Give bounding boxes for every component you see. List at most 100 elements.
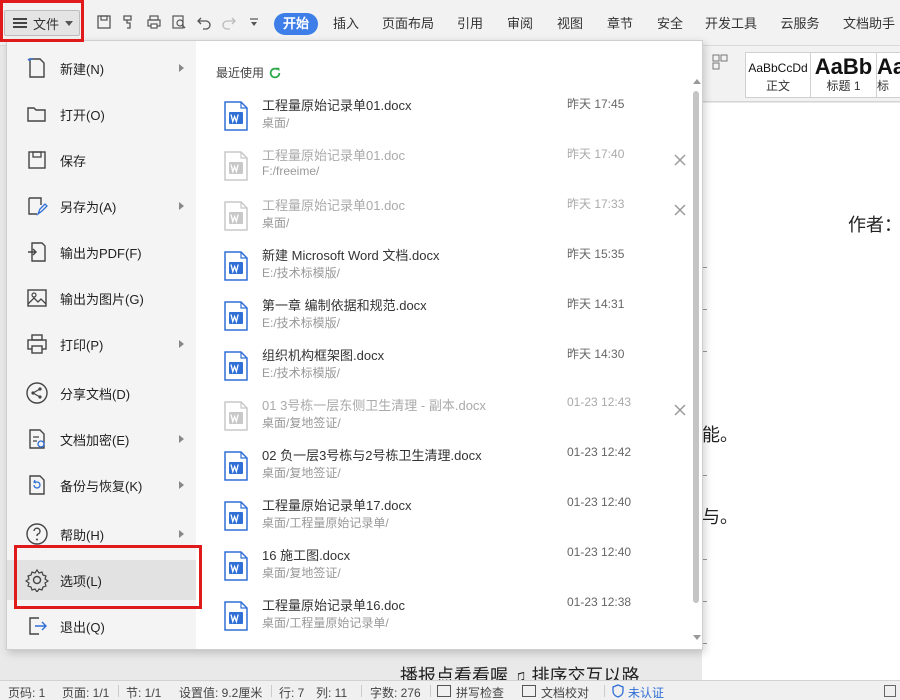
print-preview-icon[interactable] — [171, 14, 187, 30]
status-bar: 页码: 1 页面: 1/1 节: 1/1 设置值: 9.2厘米 行: 7 列: … — [0, 680, 900, 700]
recent-file-name: 01 3号栋一层东侧卫生清理 - 副本.docx — [262, 398, 486, 413]
tab-references[interactable]: 引用 — [450, 13, 490, 35]
scroll-down-arrow[interactable] — [693, 635, 701, 640]
tab-home[interactable]: 开始 — [274, 13, 318, 35]
chevron-down-icon — [65, 20, 74, 26]
word-doc-icon — [223, 151, 249, 181]
save-icon[interactable] — [96, 14, 112, 30]
status-page-count[interactable]: 页面: 1/1 — [62, 684, 109, 700]
ribbon-styles-area: AaBbCcDd 正文 AaBb 标题 1 Aa 标 — [702, 46, 900, 102]
recent-file-name: 新建 Microsoft Word 文档.docx — [262, 248, 440, 263]
recent-file-path: F:/freeime/ — [262, 164, 320, 178]
recent-file-item[interactable]: 工程量原始记录单01.doc 桌面/昨天 17:33 — [219, 193, 693, 239]
doc-author-label: 作者： — [848, 215, 900, 235]
word-doc-icon — [223, 401, 249, 431]
recent-file-name: 工程量原始记录单01.doc — [262, 198, 406, 213]
tab-insert[interactable]: 插入 — [326, 13, 366, 35]
word-doc-icon — [223, 451, 249, 481]
recent-file-time: 01-23 12:43 — [567, 395, 632, 409]
divider — [604, 685, 605, 697]
recent-file-time: 昨天 17:33 — [567, 197, 625, 211]
status-word-count[interactable]: 字数: 276 — [370, 684, 421, 700]
word-doc-icon — [223, 301, 249, 331]
status-row[interactable]: 行: 7 — [279, 684, 304, 700]
recent-file-time: 昨天 14:30 — [567, 347, 625, 361]
recent-file-item[interactable]: 组织机构框架图.docx E:/技术标模版/昨天 14:30 — [219, 343, 693, 389]
divider — [361, 685, 362, 697]
word-doc-icon — [223, 601, 249, 631]
recent-file-name: 工程量原始记录单01.doc — [262, 148, 406, 163]
status-doc-proof[interactable]: 文档校对 — [541, 684, 589, 700]
tab-doc-assistant[interactable]: 文档助手 — [838, 13, 900, 35]
recent-file-item[interactable]: 工程量原始记录单01.doc F:/freeime/昨天 17:40 — [219, 143, 693, 189]
recent-file-name: 第一章 编制依据和规范.docx — [262, 298, 427, 313]
document-page[interactable]: 作者： 能。 与。 — [702, 103, 900, 680]
status-section[interactable]: 节: 1/1 — [126, 684, 161, 700]
word-doc-icon — [223, 351, 249, 381]
status-certification[interactable]: 未认证 — [628, 684, 664, 700]
close-icon[interactable] — [673, 153, 687, 167]
recent-file-path: 桌面/复地签证/ — [262, 466, 341, 480]
recent-file-path: E:/技术标模版/ — [262, 366, 341, 380]
style-heading-1[interactable]: AaBb 标题 1 — [811, 52, 877, 98]
close-icon[interactable] — [673, 403, 687, 417]
recent-file-name: 工程量原始记录单01.docx — [262, 98, 412, 113]
recent-file-time: 昨天 14:31 — [567, 297, 625, 311]
customize-icon[interactable] — [246, 14, 262, 30]
tab-developer[interactable]: 开发工具 — [700, 13, 762, 35]
divider — [430, 685, 431, 697]
recent-file-time: 昨天 17:40 — [567, 147, 625, 161]
tab-page-layout[interactable]: 页面布局 — [378, 13, 438, 35]
style-normal-caption: 正文 — [765, 79, 790, 93]
file-menu-button[interactable]: 文件 — [4, 10, 80, 36]
doc-line-b: 与。 — [702, 507, 738, 527]
tab-review[interactable]: 审阅 — [500, 13, 540, 35]
recent-file-name: 02 负一层3号栋与2号栋卫生清理.docx — [262, 448, 482, 463]
recent-file-item[interactable]: 工程量原始记录单16.doc 桌面/工程量原始记录单/01-23 12:38 — [219, 593, 693, 639]
recent-file-name: 组织机构框架图.docx — [262, 348, 385, 363]
tab-cloud[interactable]: 云服务 — [774, 13, 826, 35]
style-normal[interactable]: AaBbCcDd 正文 — [745, 52, 811, 98]
status-setting-value[interactable]: 设置值: 9.2厘米 — [179, 684, 262, 700]
recent-file-item[interactable]: 01 3号栋一层东侧卫生清理 - 副本.docx 桌面/复地签证/01-23 12… — [219, 393, 693, 439]
close-icon[interactable] — [673, 203, 687, 217]
fullscreen-icon[interactable] — [884, 685, 896, 697]
recent-file-time: 01-23 12:40 — [567, 545, 632, 559]
recent-file-time: 昨天 17:45 — [567, 97, 625, 111]
scroll-up-arrow[interactable] — [693, 79, 701, 84]
recent-file-time: 01-23 12:42 — [567, 445, 632, 459]
recent-file-path: 桌面/工程量原始记录单/ — [262, 516, 389, 530]
status-column[interactable]: 列: 11 — [316, 684, 347, 700]
tab-security[interactable]: 安全 — [650, 13, 690, 35]
spell-check-icon — [437, 685, 451, 697]
styles-panel-icon[interactable] — [712, 54, 728, 70]
style-heading-2[interactable]: Aa 标 — [877, 52, 900, 98]
tab-view[interactable]: 视图 — [550, 13, 590, 35]
hamburger-icon — [13, 18, 27, 28]
recent-file-path: E:/技术标模版/ — [262, 316, 341, 330]
tab-chapter[interactable]: 章节 — [600, 13, 640, 35]
doc-proof-icon — [522, 685, 536, 697]
recent-file-item[interactable]: 工程量原始记录单17.docx 桌面/工程量原始记录单/01-23 12:40 — [219, 493, 693, 539]
recent-file-time: 01-23 12:40 — [567, 495, 632, 509]
divider — [271, 685, 272, 697]
recent-file-path: 桌面/复地签证/ — [262, 416, 341, 430]
recent-file-item[interactable]: 02 负一层3号栋与2号栋卫生清理.docx 桌面/复地签证/01-23 12:4… — [219, 443, 693, 489]
recent-file-name: 工程量原始记录单17.docx — [262, 498, 412, 513]
status-page-number[interactable]: 页码: 1 — [8, 684, 45, 700]
recent-file-item[interactable]: 新建 Microsoft Word 文档.docx E:/技术标模版/昨天 15:… — [219, 243, 693, 289]
status-spell-check[interactable]: 拼写检查 — [456, 684, 504, 700]
word-doc-icon — [223, 551, 249, 581]
format-painter-icon[interactable] — [121, 14, 137, 30]
undo-icon[interactable] — [196, 14, 212, 30]
recent-file-item[interactable]: 工程量原始记录单01.docx 桌面/昨天 17:45 — [219, 93, 693, 139]
word-doc-icon — [223, 101, 249, 131]
shield-icon — [612, 684, 624, 698]
recent-file-path: 桌面/ — [262, 216, 290, 230]
recent-file-item[interactable]: 16 施工图.docx 桌面/复地签证/01-23 12:40 — [219, 543, 693, 589]
recent-list-scrollbar[interactable] — [693, 91, 699, 603]
recent-file-item[interactable]: 第一章 编制依据和规范.docx E:/技术标模版/昨天 14:31 — [219, 293, 693, 339]
redo-icon[interactable] — [221, 14, 237, 30]
print-icon[interactable] — [146, 14, 162, 30]
word-doc-icon — [223, 501, 249, 531]
